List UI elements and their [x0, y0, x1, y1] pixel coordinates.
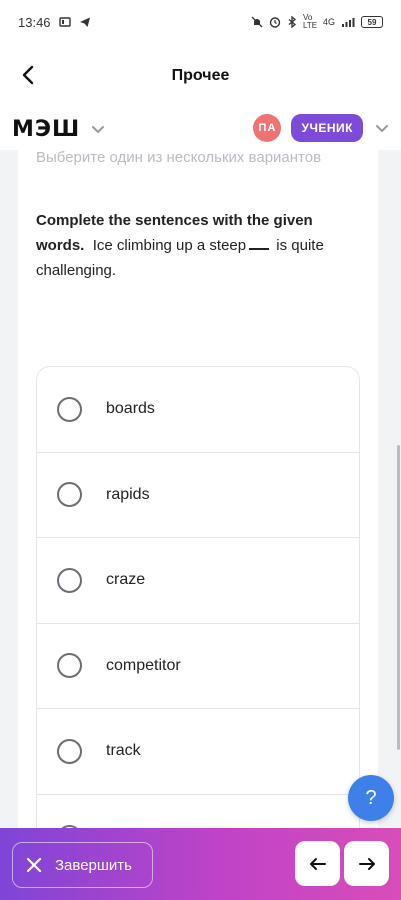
- arrow-left-icon: [309, 857, 326, 870]
- sim-icon: [58, 17, 71, 27]
- scrollbar[interactable]: [397, 445, 400, 750]
- role-badge[interactable]: УЧЕНИК: [291, 114, 363, 142]
- radio-icon[interactable]: [57, 567, 82, 593]
- network-label: 4G: [322, 17, 335, 27]
- question-before: Ice climbing up a steep: [92, 237, 247, 254]
- finish-label: Завершить: [55, 856, 132, 874]
- task-instruction: Выберите один из нескольких вариантов: [36, 150, 322, 166]
- bottom-bar: Завершить: [0, 828, 401, 900]
- alarm-icon: [269, 17, 281, 28]
- option-competitor[interactable]: competitor: [37, 624, 359, 709]
- mesh-logo[interactable]: МЭШ: [12, 117, 80, 142]
- chevron-down-icon[interactable]: [90, 121, 106, 137]
- task-content: Выберите один из нескольких вариантов Co…: [0, 150, 401, 828]
- status-bar: 13:46 Vo LTE 4G 59: [0, 0, 401, 44]
- arrow-right-icon: [358, 857, 375, 870]
- radio-icon[interactable]: [57, 738, 82, 764]
- app-bar: Прочее: [0, 44, 401, 108]
- option-rapids[interactable]: rapids: [37, 453, 359, 538]
- page-title: Прочее: [171, 67, 230, 84]
- task-card: Выберите один из нескольких вариантов Co…: [18, 150, 378, 828]
- option-label: rapids: [106, 485, 150, 503]
- option-label: competitor: [106, 656, 181, 674]
- battery-indicator: 59: [361, 16, 383, 28]
- option-label: craze: [106, 571, 146, 589]
- help-button[interactable]: ?: [348, 775, 394, 821]
- option-label: track: [106, 742, 141, 760]
- radio-icon[interactable]: [57, 482, 82, 508]
- bluetooth-icon: [288, 16, 296, 28]
- option-boards[interactable]: boards: [37, 367, 359, 453]
- answer-blank: [249, 240, 270, 250]
- signal-icon: [342, 18, 355, 27]
- mute-icon: [251, 16, 263, 28]
- back-arrow-icon[interactable]: [18, 64, 40, 86]
- option-label: boards: [106, 400, 155, 418]
- option-axe[interactable]: axe: [37, 795, 359, 828]
- option-track[interactable]: track: [37, 709, 359, 795]
- radio-icon[interactable]: [57, 653, 82, 679]
- radio-icon[interactable]: [57, 396, 82, 422]
- telegram-icon: [79, 17, 90, 27]
- option-craze[interactable]: craze: [37, 538, 359, 624]
- chevron-down-icon[interactable]: [373, 119, 391, 137]
- brand-bar: МЭШ ПА УЧЕНИК: [0, 108, 401, 150]
- finish-button[interactable]: Завершить: [12, 842, 153, 888]
- question-text: Complete the sentences with the given wo…: [36, 208, 358, 283]
- answer-options: boards rapids craze competitor track axe: [36, 366, 360, 828]
- user-avatar[interactable]: ПА: [253, 114, 282, 142]
- volte-label: Vo LTE: [302, 13, 318, 30]
- next-button[interactable]: [344, 841, 389, 886]
- status-time: 13:46: [18, 14, 51, 30]
- previous-button[interactable]: [295, 841, 340, 886]
- close-icon: [26, 857, 42, 873]
